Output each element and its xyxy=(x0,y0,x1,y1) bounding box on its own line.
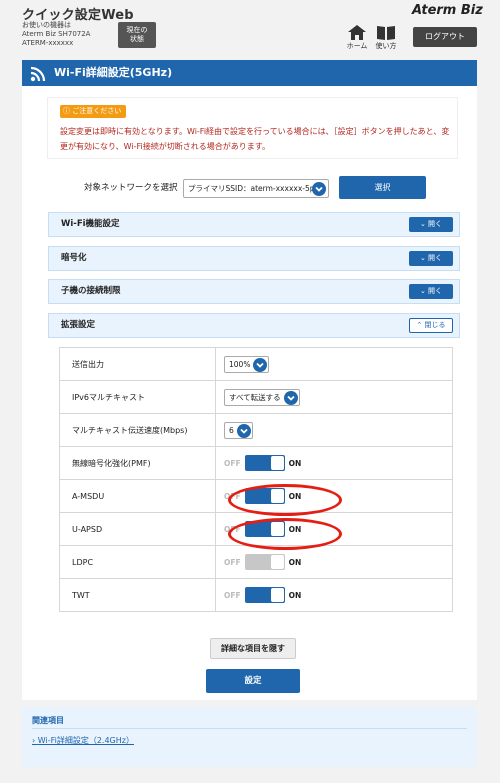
help-button[interactable]: 使い方 xyxy=(372,25,400,51)
help-label: 使い方 xyxy=(375,42,397,50)
setting-label: マルチキャスト伝送速度(Mbps) xyxy=(59,413,216,447)
table-row: マルチキャスト伝送速度(Mbps) 6 xyxy=(59,413,453,447)
close-label: 閉じる xyxy=(424,321,446,329)
section-label: 拡張設定 xyxy=(61,320,96,330)
ldpc-toggle: OFF ON xyxy=(224,554,301,570)
status-label-line1: 現在の xyxy=(126,26,148,34)
on-label: ON xyxy=(288,590,302,600)
device-model: Aterm Biz SH7072A xyxy=(22,30,91,38)
divider xyxy=(32,728,467,729)
notice-text: 設定変更は即時に有効となります。Wi-Fi経由で設定を行っている場合には、［設定… xyxy=(60,127,450,151)
wifi-icon xyxy=(30,66,46,82)
open-label: 開く xyxy=(428,220,443,228)
table-row: LDPC OFF ON xyxy=(59,545,453,579)
warning-icon: ⓘ xyxy=(63,107,73,115)
setting-label: TWT xyxy=(59,578,216,612)
related-title: 関連項目 xyxy=(32,716,64,725)
main-panel: Wi-Fi詳細設定(5GHz) ⓘ ご注意ください 設定変更は即時に有効となりま… xyxy=(22,60,477,700)
chevron-down-icon xyxy=(236,423,251,438)
open-label: 開く xyxy=(428,254,443,262)
setting-label: 送信出力 xyxy=(59,347,216,381)
notice-box: ⓘ ご注意ください 設定変更は即時に有効となります。Wi-Fi経由で設定を行って… xyxy=(47,97,458,159)
close-button[interactable]: ⌃ 閉じる xyxy=(409,318,453,333)
toggle-knob xyxy=(270,555,284,569)
chevron-down-icon: ⌄ xyxy=(419,220,426,228)
off-label: OFF xyxy=(224,458,241,468)
open-button[interactable]: ⌄ 開く xyxy=(409,217,453,232)
table-row: 無線暗号化強化(PMF) OFF ON xyxy=(59,446,453,480)
toggle-knob[interactable] xyxy=(270,588,284,602)
chevron-down-icon: ⌄ xyxy=(419,287,426,295)
section-label: 暗号化 xyxy=(61,253,87,263)
chevron-down-icon xyxy=(253,357,268,372)
apply-button[interactable]: 設定 xyxy=(206,669,300,693)
highlight-oval-amsdu xyxy=(228,484,342,516)
open-button[interactable]: ⌄ 開く xyxy=(409,284,453,299)
section-encryption[interactable]: 暗号化 ⌄ 開く xyxy=(48,246,460,271)
notice-badge: ⓘ ご注意ください xyxy=(60,105,127,118)
tx-power-value: 100% xyxy=(229,359,251,369)
toggle-track-disabled xyxy=(244,554,285,570)
section-extended-settings[interactable]: 拡張設定 ⌃ 閉じる xyxy=(48,313,460,338)
network-select-button[interactable]: 選択 xyxy=(339,176,426,199)
table-row: IPv6マルチキャスト すべて転送する xyxy=(59,380,453,414)
twt-toggle[interactable]: OFF ON xyxy=(224,587,301,603)
setting-label: LDPC xyxy=(59,545,216,579)
setting-label: 無線暗号化強化(PMF) xyxy=(59,446,216,480)
off-label: OFF xyxy=(224,590,241,600)
section-label: Wi-Fi機能設定 xyxy=(61,219,120,229)
extended-settings-table: 送信出力 100% IPv6マルチキャスト すべて転送する マルチキャスト伝送速… xyxy=(59,347,453,612)
on-label: ON xyxy=(288,557,302,567)
setting-label: IPv6マルチキャスト xyxy=(59,380,216,414)
multicast-rate-value: 6 xyxy=(229,425,234,435)
current-status-button[interactable]: 現在の 状態 xyxy=(118,22,156,48)
section-label: 子機の接続制限 xyxy=(61,286,121,296)
related-link-wifi-24ghz[interactable]: › Wi-Fi詳細設定（2.4GHz） xyxy=(32,735,134,746)
network-select-row: 対象ネットワークを選択 プライマリSSID：aterm-xxxxxx-5p 選択 xyxy=(22,176,477,200)
tx-power-select[interactable]: 100% xyxy=(224,355,270,373)
page-title: Wi-Fi詳細設定(5GHz) xyxy=(54,66,173,79)
notice-badge-label: ご注意ください xyxy=(72,107,122,115)
ipv6-multicast-select[interactable]: すべて転送する xyxy=(224,388,300,406)
section-connection-restriction[interactable]: 子機の接続制限 ⌄ 開く xyxy=(48,279,460,304)
network-select-label: 対象ネットワークを選択 xyxy=(84,183,178,193)
off-label: OFF xyxy=(224,557,241,567)
multicast-rate-select[interactable]: 6 xyxy=(224,421,253,439)
network-select-value: プライマリSSID：aterm-xxxxxx-5p xyxy=(188,184,315,193)
on-label: ON xyxy=(288,458,302,468)
chevron-down-icon xyxy=(312,182,326,196)
chevron-down-icon xyxy=(283,390,298,405)
device-info: お使いの機器は Aterm Biz SH7072A ATERM-xxxxxx xyxy=(22,21,90,48)
toggle-track[interactable] xyxy=(244,455,285,471)
pmf-toggle[interactable]: OFF ON xyxy=(224,455,301,471)
toggle-track[interactable] xyxy=(244,587,285,603)
home-label: ホーム xyxy=(346,42,368,50)
chevron-up-icon: ⌃ xyxy=(416,321,423,329)
logout-button[interactable]: ログアウト xyxy=(413,27,477,47)
open-button[interactable]: ⌄ 開く xyxy=(409,251,453,266)
network-select[interactable]: プライマリSSID：aterm-xxxxxx-5p xyxy=(183,179,329,198)
toggle-knob[interactable] xyxy=(270,456,284,470)
table-row: TWT OFF ON xyxy=(59,578,453,612)
book-icon xyxy=(377,26,395,40)
related-link-label: Wi-Fi詳細設定（2.4GHz） xyxy=(37,736,134,745)
setting-label: A-MSDU xyxy=(59,479,216,513)
chevron-down-icon: ⌄ xyxy=(419,254,426,262)
brand-logo: Aterm Biz xyxy=(412,3,483,18)
setting-label: U-APSD xyxy=(59,512,216,546)
ipv6-multicast-value: すべて転送する xyxy=(229,392,281,402)
table-row: 送信出力 100% xyxy=(59,347,453,381)
section-wifi-function[interactable]: Wi-Fi機能設定 ⌄ 開く xyxy=(48,212,460,237)
status-label-line2: 状態 xyxy=(130,35,144,43)
home-button[interactable]: ホーム xyxy=(343,25,371,51)
open-label: 開く xyxy=(428,287,443,295)
hide-details-button[interactable]: 詳細な項目を隠す xyxy=(210,638,296,659)
page-title-bar: Wi-Fi詳細設定(5GHz) xyxy=(22,60,477,86)
header: クイック設定Web お使いの機器は Aterm Biz SH7072A ATER… xyxy=(0,0,500,56)
highlight-oval-uapsd xyxy=(228,518,342,550)
device-id: ATERM-xxxxxx xyxy=(22,39,74,47)
device-info-line: お使いの機器は xyxy=(22,21,71,29)
related-items: 関連項目 › Wi-Fi詳細設定（2.4GHz） xyxy=(22,707,477,767)
home-icon xyxy=(348,25,366,40)
